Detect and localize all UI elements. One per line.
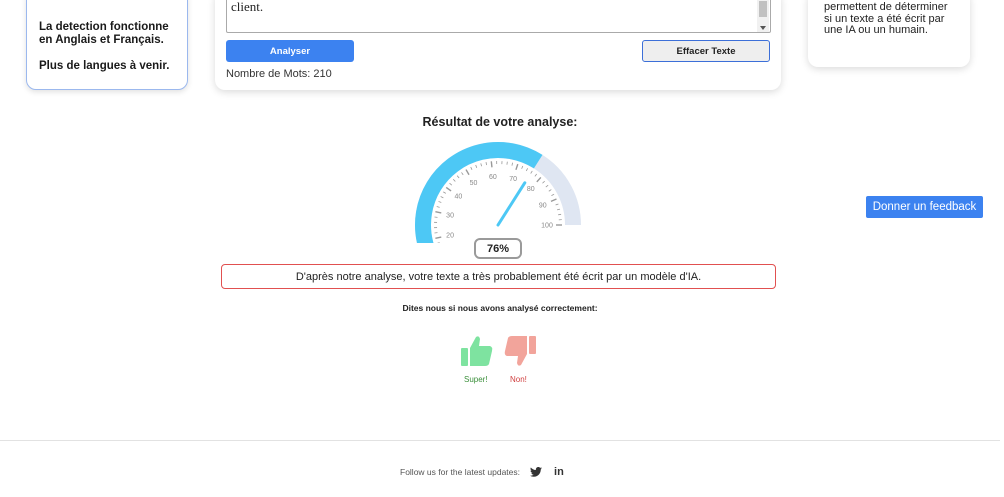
more-languages-text: Plus de langues à venir. [39,60,170,72]
linkedin-icon[interactable]: in [554,466,564,478]
thumbs-down-icon[interactable] [503,334,537,368]
gauge-minor-tick [440,196,444,199]
gauge-minor-tick [555,203,559,206]
gauge-minor-tick [530,170,533,174]
text-input-area[interactable]: client. [226,0,771,33]
verdict-message: D'après notre analyse, votre texte a trè… [221,264,776,289]
gauge-minor-tick [475,164,478,168]
feedback-prompt: Dites nous si nous avons analysé correct… [402,303,598,313]
gauge-minor-tick [485,162,487,166]
gauge-minor-tick [542,180,545,184]
gauge-tick-label: 40 [454,194,462,201]
thumbs-up-label: Super! [464,375,488,384]
analysis-input-card: client. Analyser Effacer Texte Nombre de… [215,0,781,90]
gauge-minor-tick [548,189,552,192]
gauge-minor-tick [452,178,456,182]
description-card: permettent de déterminer si un texte a é… [808,0,970,67]
gauge-tick-label: 80 [527,186,535,193]
gauge-minor-tick [534,173,538,177]
gauge-minor-tick [558,213,562,216]
gauge-needle [496,181,527,227]
gauge-tick-label: 30 [446,212,454,219]
gauge-minor-tick [511,162,514,166]
gauge-minor-tick [461,172,464,176]
footer: Follow us for the latest updates: in [400,466,564,478]
gauge-minor-tick [456,175,460,179]
gauge-tick-label: 70 [509,176,517,183]
footer-text: Follow us for the latest updates: [400,467,521,477]
gauge-minor-tick [480,163,482,167]
gauge-minor-tick [438,201,442,203]
gauge-minor-tick [556,208,561,211]
language-info-card: La detection fonctionne en Anglais et Fr… [26,0,188,90]
gauge-minor-tick [443,191,447,194]
gauge-minor-tick [436,206,440,208]
gauge-major-tick [435,211,442,214]
gauge-major-tick [515,163,519,171]
ai-probability-gauge: 0102030405060708090100 [415,142,581,243]
gauge-minor-tick [551,193,555,196]
gauge-tick-label: 20 [446,233,454,240]
gauge-minor-tick [521,165,524,169]
scrollbar-thumb[interactable] [759,1,767,17]
gauge-major-tick [445,186,452,192]
gauge-tick-label: 90 [539,203,547,210]
gauge-major-tick [550,198,557,203]
description-text: permettent de déterminer si un texte a é… [824,1,948,36]
gauge-major-tick [465,169,470,176]
text-input-content: client. [231,0,264,14]
analyse-button[interactable]: Analyser [226,40,354,62]
clear-text-button[interactable]: Effacer Texte [642,40,770,62]
gauge-major-tick [490,161,493,168]
gauge-major-tick [435,236,442,239]
gauge-tick-label: 60 [489,174,497,181]
twitter-icon[interactable] [530,467,543,477]
textarea-scrollbar[interactable] [757,0,769,32]
gauge-major-tick [536,176,542,183]
gauge-minor-tick [545,184,549,188]
language-info-text: La detection fonctionne en Anglais et Fr… [39,21,169,46]
word-count: Nombre de Mots: 210 [226,68,332,80]
gauge-minor-tick [525,168,529,172]
gauge-value-label: 76% [474,238,522,259]
footer-divider [0,440,1000,441]
gauge-tick-label: 50 [470,180,478,187]
thumbs-up-icon[interactable] [460,334,494,368]
gauge-minor-tick [449,182,453,186]
gauge-minor-tick [470,166,473,170]
scroll-down-arrow-icon[interactable] [760,26,766,30]
gauge-tick-label: 100 [541,223,553,230]
result-title: Résultat de votre analyse: [422,115,578,129]
give-feedback-button[interactable]: Donner un feedback [866,196,983,218]
thumbs-down-label: Non! [510,375,527,384]
